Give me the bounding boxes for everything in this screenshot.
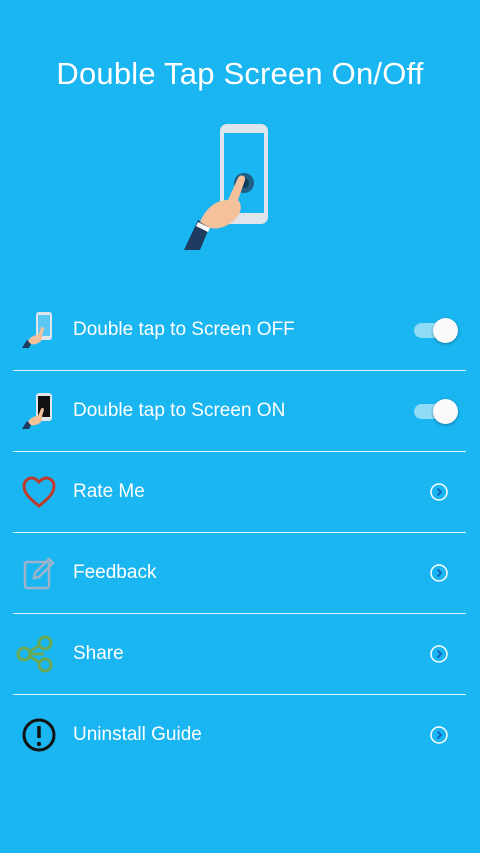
menu-item-share[interactable]: Share	[13, 614, 466, 695]
menu-item-label: Rate Me	[73, 481, 145, 502]
menu-item-screen-on[interactable]: Double tap to Screen ON	[13, 371, 466, 452]
chevron-right-icon[interactable]	[430, 483, 448, 501]
menu-item-uninstall-guide[interactable]: Uninstall Guide	[13, 695, 466, 775]
app-title: Double Tap Screen On/Off	[56, 56, 424, 91]
hand-phone-off-icon	[22, 312, 52, 348]
menu-item-label: Feedback	[73, 562, 157, 583]
edit-icon	[23, 557, 55, 590]
chevron-right-icon[interactable]	[430, 645, 448, 663]
hand-phone-on-icon	[22, 393, 52, 429]
menu-item-rate-me[interactable]: Rate Me	[13, 452, 466, 533]
share-icon	[16, 635, 53, 673]
menu-item-label: Double tap to Screen ON	[73, 400, 286, 421]
menu-item-label: Double tap to Screen OFF	[73, 319, 295, 340]
chevron-right-icon[interactable]	[430, 564, 448, 582]
menu-item-screen-off[interactable]: Double tap to Screen OFF	[13, 290, 466, 371]
screen-on-toggle[interactable]	[412, 399, 458, 424]
menu-item-feedback[interactable]: Feedback	[13, 533, 466, 614]
hand-tap-phone-illustration	[184, 124, 268, 250]
heart-icon	[22, 476, 56, 508]
chevron-right-icon[interactable]	[430, 726, 448, 744]
menu-list: Double tap to Screen OFF Double tap to S…	[13, 290, 466, 775]
alert-circle-icon	[22, 718, 56, 752]
menu-item-label: Share	[73, 643, 124, 664]
menu-item-label: Uninstall Guide	[73, 724, 202, 745]
screen-off-toggle[interactable]	[412, 318, 458, 343]
